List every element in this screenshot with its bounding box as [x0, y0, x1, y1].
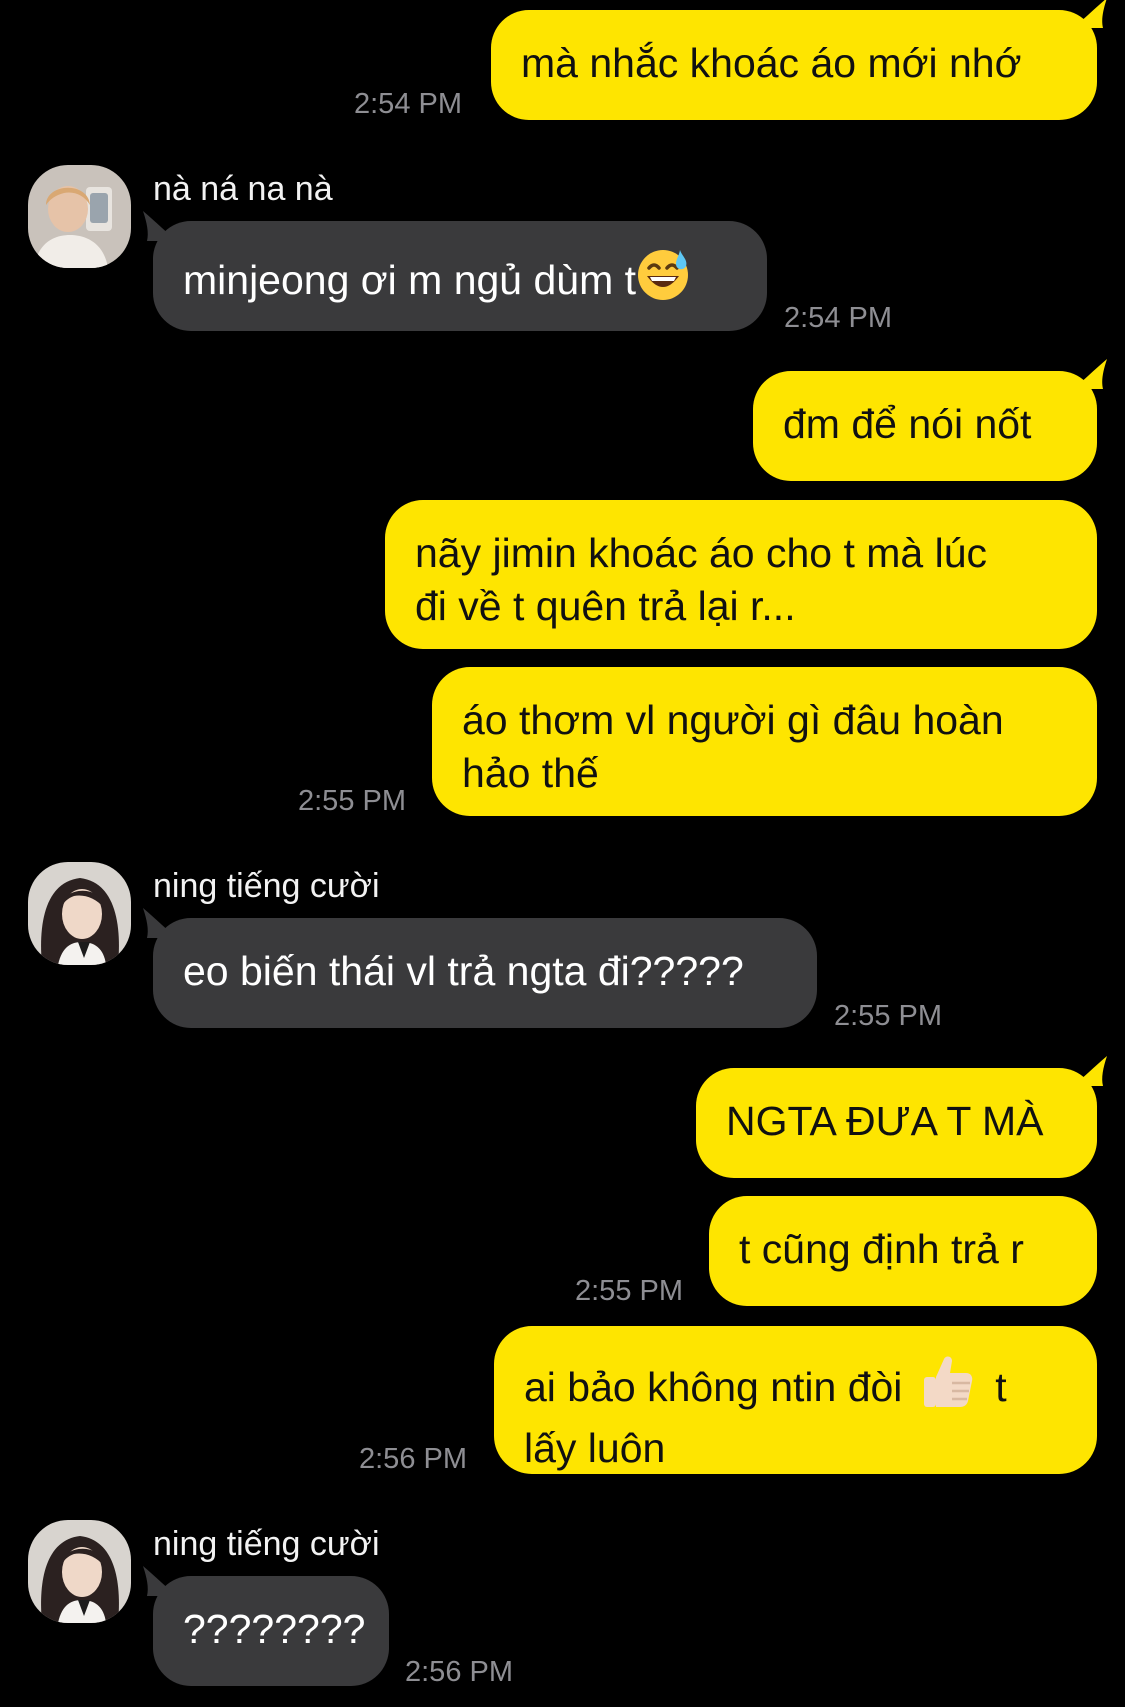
sender-name: ning tiếng cười [153, 867, 380, 905]
message-timestamp: 2:55 PM [575, 1275, 683, 1307]
message-text: đm để nói nốt [783, 401, 1032, 447]
message-bubble-outgoing[interactable]: mà nhắc khoác áo mới nhớ [491, 0, 1107, 120]
bubble-tail [1073, 359, 1107, 389]
message-bubble-outgoing[interactable]: đm để nói nốt [753, 359, 1107, 481]
message-text-line: nãy jimin khoác áo cho t mà lúc [415, 530, 987, 576]
sender-avatar[interactable] [28, 862, 131, 965]
message-text-line: áo thơm vl người gì đâu hoàn [462, 697, 1004, 743]
message-text-line: lấy luôn [524, 1425, 666, 1471]
bubble-tail [1073, 0, 1107, 28]
message-bubble-outgoing[interactable]: NGTA ĐƯA T MÀ [696, 1056, 1107, 1178]
message-text: ai bảo không ntin đòi [524, 1364, 903, 1410]
thumbs-up-emoji-icon [922, 1353, 974, 1422]
message-timestamp: 2:56 PM [359, 1443, 467, 1475]
message-text: mà nhắc khoác áo mới nhớ [521, 40, 1022, 86]
person-photo-avatar-icon [28, 165, 131, 268]
message-bubble-outgoing[interactable]: nãy jimin khoác áo cho t mà lúc đi về t … [385, 500, 1097, 649]
message-bubble-outgoing[interactable]: ai bảo không ntin đòi t lấy luôn [494, 1326, 1097, 1474]
bubble-tail [143, 908, 177, 938]
message-text: NGTA ĐƯA T MÀ [726, 1098, 1044, 1144]
message-text-line: ai bảo không ntin đòi t [524, 1353, 1065, 1422]
sender-avatar[interactable] [28, 1520, 131, 1623]
bubble-tail [143, 211, 177, 241]
message-bubble-outgoing[interactable]: t cũng định trả r [709, 1196, 1097, 1306]
message-text-line: đi về t quên trả lại r... [415, 583, 796, 629]
message-text: eo biến thái vl trả ngta đi????? [183, 948, 744, 994]
person-photo-avatar-icon [28, 862, 131, 965]
message-bubble-incoming[interactable]: minjeong ơi m ngủ dùm t [143, 211, 767, 331]
bubble-tail [143, 1566, 177, 1596]
sender-name: nà ná na nà [153, 170, 333, 208]
sender-avatar[interactable] [28, 165, 131, 268]
sender-name: ning tiếng cười [153, 1525, 380, 1563]
message-bubble-incoming[interactable]: ???????? [143, 1566, 389, 1686]
message-bubble-outgoing[interactable]: áo thơm vl người gì đâu hoàn hảo thế [432, 667, 1097, 816]
person-photo-avatar-icon [28, 1520, 131, 1623]
message-text: t cũng định trả r [739, 1226, 1024, 1272]
message-bubble-incoming[interactable]: eo biến thái vl trả ngta đi????? [143, 908, 817, 1028]
message-timestamp: 2:54 PM [354, 88, 462, 120]
message-text: minjeong ơi m ngủ dùm t [183, 257, 637, 303]
message-text: ???????? [183, 1606, 366, 1652]
message-text-line: hảo thế [462, 750, 599, 796]
bubble-tail [1073, 1056, 1107, 1086]
message-timestamp: 2:55 PM [834, 1000, 942, 1032]
message-text: t [995, 1364, 1007, 1410]
message-timestamp: 2:55 PM [298, 785, 406, 817]
message-timestamp: 2:54 PM [784, 302, 892, 334]
sweat-smile-emoji-icon [636, 248, 690, 315]
message-timestamp: 2:56 PM [405, 1656, 513, 1688]
